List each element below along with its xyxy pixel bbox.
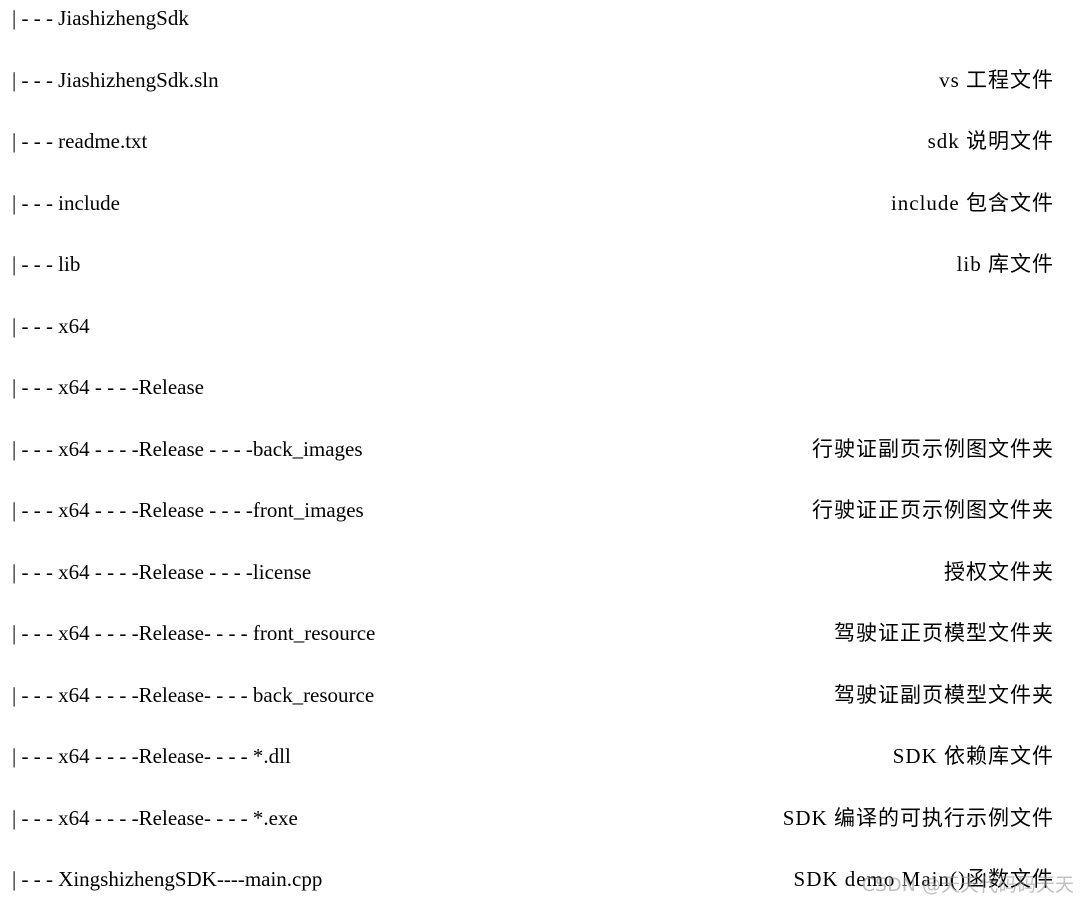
file-path: | - - - x64 - - - -Release- - - - back_r… — [12, 682, 375, 707]
file-path: | - - - JiashizhengSdk.sln — [12, 67, 219, 92]
file-path: | - - - readme.txt — [12, 129, 148, 153]
file-path: | - - - JiashizhengSdk — [12, 6, 189, 30]
file-description: 行驶证副页示例图文件夹 — [812, 436, 1054, 461]
file-description: SDK 编译的可执行示例文件 — [782, 805, 1054, 830]
listing-row: | - - - x64 - - - -Release - - - -back_i… — [12, 434, 1054, 464]
file-description: sdk 说明文件 — [927, 129, 1054, 153]
file-path: | - - - x64 - - - -Release - - - -licens… — [12, 559, 312, 584]
listing-row: | - - - readme.txt sdk 说明文件 — [12, 126, 1054, 156]
listing-row: | - - - x64 - - - -Release - - - -licens… — [12, 557, 1054, 587]
file-path: | - - - x64 - - - -Release - - - -front_… — [12, 498, 364, 522]
listing-row: | - - - x64 - - - -Release- - - - back_r… — [12, 680, 1054, 710]
file-description: include 包含文件 — [890, 190, 1054, 215]
listing-row: | - - - x64 — [12, 311, 1054, 341]
file-path: | - - - include — [12, 190, 120, 215]
file-path: | - - - x64 - - - -Release — [12, 375, 204, 399]
watermark: CSDN @天天代码码天天 — [861, 874, 1074, 896]
file-description: 驾驶证副页模型文件夹 — [834, 682, 1054, 707]
listing-row: | - - - JiashizhengSdk.sln vs 工程文件 — [12, 65, 1054, 95]
file-description: SDK 依赖库文件 — [892, 744, 1054, 768]
listing-row: | - - - include include 包含文件 — [12, 188, 1054, 218]
file-path: | - - - x64 - - - -Release - - - -back_i… — [12, 436, 363, 461]
file-description: vs 工程文件 — [939, 67, 1054, 92]
listing-row: | - - - x64 - - - -Release- - - - *.exe S… — [12, 803, 1054, 833]
listing-row: | - - - x64 - - - -Release- - - - front_… — [12, 618, 1054, 648]
listing-row: | - - - lib lib 库文件 — [12, 249, 1054, 279]
file-path: | - - - x64 - - - -Release- - - - front_… — [12, 621, 376, 645]
file-path: | - - - XingshizhengSDK----main.cpp — [12, 867, 323, 891]
file-path: | - - - x64 - - - -Release- - - - *.exe — [12, 805, 298, 830]
listing-row: | - - - x64 - - - -Release - - - -front_… — [12, 495, 1054, 525]
file-description: 授权文件夹 — [944, 559, 1054, 584]
file-path: | - - - x64 - - - -Release- - - - *.dll — [12, 744, 291, 768]
file-description: 驾驶证正页模型文件夹 — [834, 621, 1054, 645]
file-path: | - - - lib — [12, 252, 81, 276]
file-path: | - - - x64 — [12, 313, 90, 338]
listing-row: | - - - x64 - - - -Release — [12, 372, 1054, 402]
file-description: 行驶证正页示例图文件夹 — [812, 498, 1054, 522]
listing-row: | - - - JiashizhengSdk — [12, 3, 1054, 33]
listing-row: | - - - x64 - - - -Release- - - - *.dll S… — [12, 741, 1054, 771]
file-description: lib 库文件 — [956, 252, 1054, 276]
